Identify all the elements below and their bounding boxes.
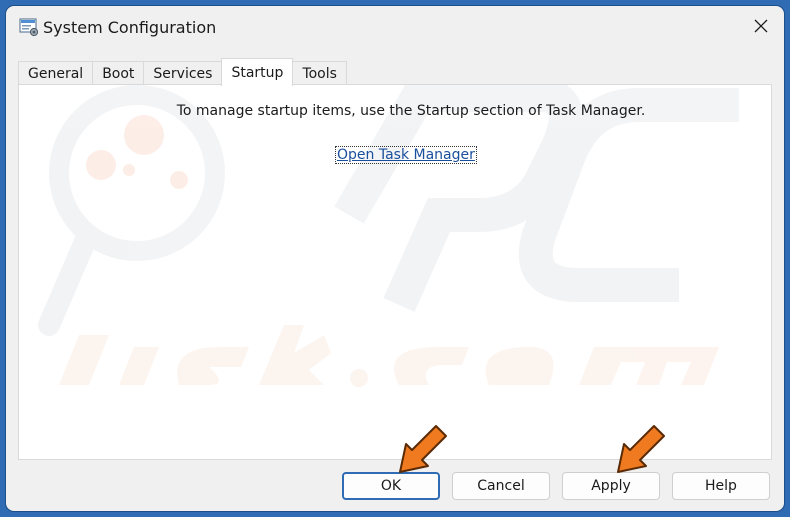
tab-boot[interactable]: Boot xyxy=(92,61,145,85)
system-configuration-icon xyxy=(19,17,39,37)
orange-arrow-icon-apply xyxy=(617,425,665,473)
title-bar[interactable]: System Configuration xyxy=(6,6,784,52)
close-icon xyxy=(754,18,768,37)
tab-tools[interactable]: Tools xyxy=(292,61,347,85)
pcrisk-watermark xyxy=(38,85,739,387)
system-configuration-window: System Configuration General Boot Servic… xyxy=(6,6,784,511)
window-title: System Configuration xyxy=(43,18,217,37)
tab-general[interactable]: General xyxy=(18,61,94,85)
open-task-manager-link[interactable]: Open Task Manager xyxy=(335,146,477,164)
close-button[interactable] xyxy=(738,6,784,48)
tab-startup[interactable]: Startup xyxy=(221,58,294,86)
startup-info-message: To manage startup items, use the Startup… xyxy=(176,103,646,119)
startup-tab-panel: To manage startup items, use the Startup… xyxy=(18,84,772,460)
help-button[interactable]: Help xyxy=(672,472,770,500)
tab-services[interactable]: Services xyxy=(143,61,223,85)
orange-arrow-icon-ok xyxy=(399,425,447,473)
cancel-button[interactable]: Cancel xyxy=(452,472,550,500)
tab-strip: General Boot Services Startup Tools xyxy=(18,58,347,86)
